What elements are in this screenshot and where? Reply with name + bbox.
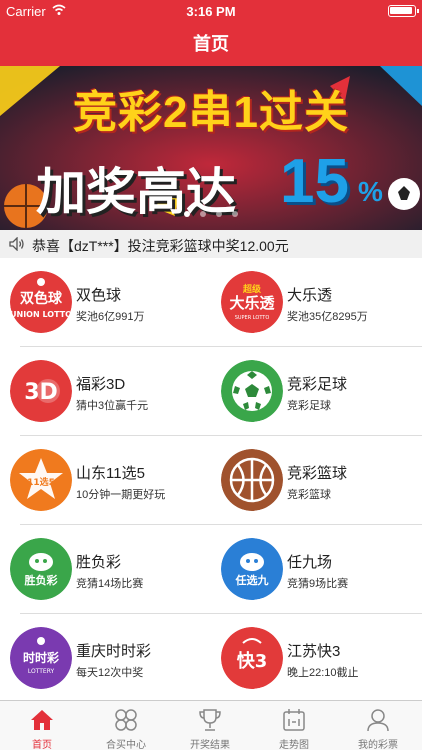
tab-trend-chart[interactable]: 走势图 bbox=[252, 701, 336, 750]
svg-text:任选九: 任选九 bbox=[235, 573, 269, 587]
page-dot[interactable] bbox=[232, 211, 238, 217]
trend-chart-icon bbox=[283, 709, 305, 731]
page-dot[interactable] bbox=[184, 211, 190, 217]
page-title: 首页 bbox=[193, 34, 229, 54]
tab-label: 开奖结果 bbox=[190, 740, 230, 750]
tab-joint-purchase[interactable]: 合买中心 bbox=[84, 701, 168, 750]
lottery-grid: 双色球 UNION LOTTO 双色球 奖池6亿991万 超级 大乐透 SUPE… bbox=[0, 258, 422, 700]
lottery-item-ssc[interactable]: 时时彩 LOTTERY 重庆时时彩 每天12次中奖 bbox=[0, 614, 211, 702]
svg-text:LOTTERY: LOTTERY bbox=[28, 668, 55, 675]
promo-banner[interactable]: 竞彩2串1过关 加奖高达 15 % bbox=[0, 66, 422, 230]
lottery-name: 竞彩足球 bbox=[287, 376, 348, 393]
lottery-name: 大乐透 bbox=[287, 287, 333, 304]
svg-text:UNION LOTTO: UNION LOTTO bbox=[10, 310, 72, 319]
lottery-name: 福彩3D bbox=[76, 376, 126, 393]
svg-text:胜负彩: 胜负彩 bbox=[24, 573, 58, 587]
lottery-item-ssq[interactable]: 双色球 UNION LOTTO 双色球 奖池6亿991万 bbox=[0, 258, 211, 346]
lottery-name: 重庆时时彩 bbox=[76, 643, 152, 660]
any-nine-icon: 任选九 bbox=[221, 538, 283, 600]
tab-draw-results[interactable]: 开奖结果 bbox=[168, 701, 252, 750]
lottery-name: 双色球 bbox=[76, 287, 122, 304]
lottery-name: 胜负彩 bbox=[76, 554, 122, 571]
football-icon bbox=[221, 360, 283, 422]
tab-my-lottery[interactable]: 我的彩票 bbox=[336, 701, 420, 750]
trophy-icon bbox=[199, 709, 221, 731]
profile-icon bbox=[367, 709, 389, 732]
shandong-11x5-icon: 11选5 bbox=[10, 449, 72, 511]
lottery-desc: 10分钟一期更好玩 bbox=[76, 489, 166, 501]
svg-text:大乐透: 大乐透 bbox=[229, 294, 275, 312]
lottery-name: 江苏快3 bbox=[287, 643, 341, 660]
svg-text:双色球: 双色球 bbox=[20, 290, 63, 307]
lottery-item-sfc[interactable]: 胜负彩 胜负彩 竞猜14场比赛 bbox=[0, 525, 211, 613]
svg-text:3D: 3D bbox=[24, 380, 58, 405]
tab-bar: 首页 合买中心 开奖结果 走势图 我的彩票 bbox=[0, 700, 422, 750]
lottery-desc: 竞猜14场比赛 bbox=[76, 578, 144, 590]
banner-headline: 竞彩2串1过关 bbox=[73, 88, 349, 137]
basketball-icon bbox=[221, 449, 283, 511]
battery-icon bbox=[388, 5, 419, 17]
speaker-icon bbox=[9, 237, 24, 251]
lottery-desc: 竞猜9场比赛 bbox=[287, 578, 349, 590]
lottery-item-jczq[interactable]: 竞彩足球 竞彩足球 bbox=[211, 347, 422, 435]
lottery-name: 竞彩篮球 bbox=[287, 465, 348, 482]
lottery-item-fc3d[interactable]: 3D 福彩3D 猜中3位赢千元 bbox=[0, 347, 211, 435]
double-color-ball-icon: 双色球 UNION LOTTO bbox=[10, 271, 72, 333]
page-dot[interactable] bbox=[216, 211, 222, 217]
lottery-desc: 竞彩篮球 bbox=[287, 489, 331, 501]
lottery-desc: 猜中3位赢千元 bbox=[76, 400, 149, 412]
tab-label: 走势图 bbox=[279, 740, 309, 750]
tab-label: 我的彩票 bbox=[358, 740, 398, 750]
lottery-item-jclq[interactable]: 竞彩篮球 竞彩篮球 bbox=[211, 436, 422, 524]
lottery-item-dlt[interactable]: 超级 大乐透 SUPER LOTTO 大乐透 奖池35亿8295万 bbox=[211, 258, 422, 346]
svg-text:快3: 快3 bbox=[237, 650, 268, 672]
lottery-item-sd11x5[interactable]: 11选5 山东11选5 10分钟一期更好玩 bbox=[0, 436, 211, 524]
lottery-desc: 奖池6亿991万 bbox=[76, 311, 145, 323]
lottery-desc: 奖池35亿8295万 bbox=[287, 311, 368, 323]
lottery-desc: 晚上22:10截止 bbox=[287, 667, 359, 679]
winner-notice[interactable]: 恭喜【dzT***】投注竞彩篮球中奖12.00元 bbox=[0, 230, 422, 258]
chongqing-ssc-icon: 时时彩 LOTTERY bbox=[10, 627, 72, 689]
tab-label: 合买中心 bbox=[106, 740, 146, 750]
lottery-desc: 竞彩足球 bbox=[287, 400, 331, 412]
status-bar: Carrier 3:16 PM bbox=[0, 0, 422, 22]
welfare-3d-icon: 3D bbox=[10, 360, 72, 422]
super-lotto-icon: 超级 大乐透 SUPER LOTTO bbox=[221, 271, 283, 333]
svg-text:SUPER LOTTO: SUPER LOTTO bbox=[235, 315, 270, 321]
jiangsu-k3-icon: 快3 bbox=[221, 627, 283, 689]
notice-text: 恭喜【dzT***】投注竞彩篮球中奖12.00元 bbox=[32, 238, 289, 254]
svg-text:11选5: 11选5 bbox=[27, 476, 55, 488]
tab-label: 首页 bbox=[32, 740, 52, 750]
svg-text:时时彩: 时时彩 bbox=[23, 650, 59, 665]
banner-page-indicator[interactable] bbox=[0, 204, 422, 222]
joint-purchase-icon bbox=[115, 709, 137, 731]
lottery-item-r9[interactable]: 任选九 任九场 竞猜9场比赛 bbox=[211, 525, 422, 613]
win-lose-icon: 胜负彩 bbox=[10, 538, 72, 600]
page-dot[interactable] bbox=[200, 211, 206, 217]
lottery-item-k3[interactable]: 快3 江苏快3 晚上22:10截止 bbox=[211, 614, 422, 702]
lottery-name: 山东11选5 bbox=[76, 465, 145, 482]
nav-bar: 首页 bbox=[0, 22, 422, 66]
lottery-name: 任九场 bbox=[287, 554, 333, 571]
tab-home[interactable]: 首页 bbox=[0, 701, 84, 750]
status-time: 3:16 PM bbox=[186, 4, 236, 19]
lottery-desc: 每天12次中奖 bbox=[76, 667, 144, 679]
home-icon bbox=[31, 710, 53, 730]
